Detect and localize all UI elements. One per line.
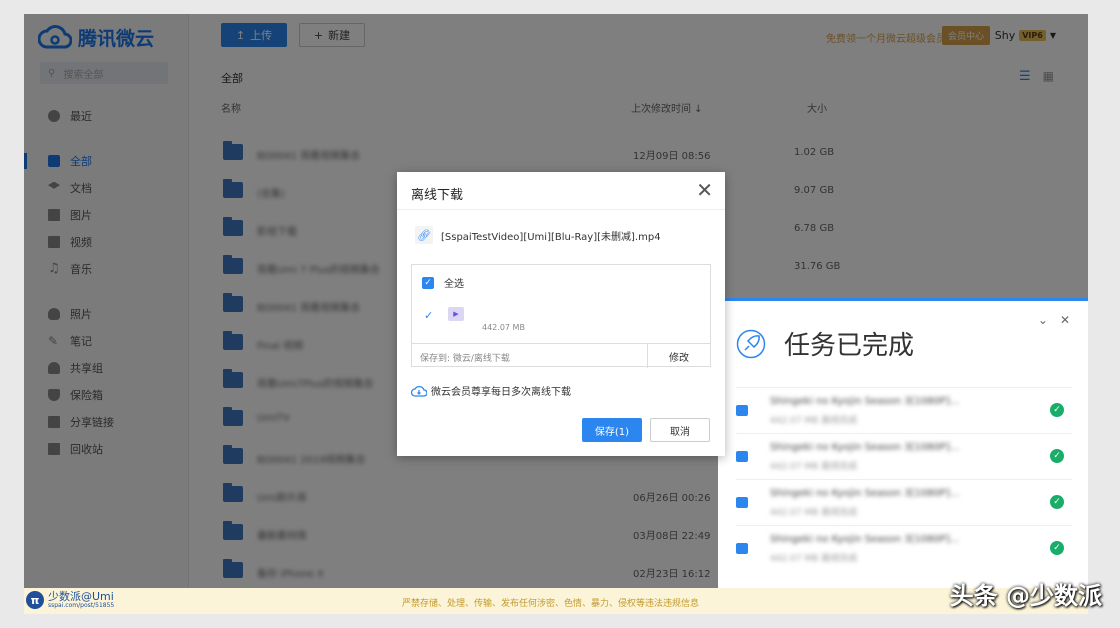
file-size: 442.07 MB: [482, 323, 525, 332]
check-circle-icon: ✓: [1050, 403, 1064, 417]
collapse-icon[interactable]: ⌄: [1038, 313, 1048, 327]
link-icon: 🔗︎: [415, 226, 433, 244]
sspai-brand: π 少数派@Umi sspai.com/post/51855: [26, 591, 114, 609]
check-icon: ✓: [424, 309, 434, 322]
vip-note[interactable]: 微云会员尊享每日多次离线下载: [411, 383, 571, 398]
edit-path-button[interactable]: 修改: [647, 344, 710, 368]
brand-sub: sspai.com/post/51855: [48, 602, 115, 609]
video-file-icon: ▶: [448, 307, 464, 321]
task-meta: 442.07 MB 离线完成: [770, 462, 858, 472]
app-window: 腾讯微云 ⚲ 搜索全部 最近 全部 文档 图片 视频 ♫音乐 照片 ✎笔记 共享…: [24, 14, 1088, 614]
task-name: Shingeki no Kyojin Season 3[1080P]...: [770, 534, 960, 545]
video-icon: [736, 543, 748, 554]
task-name: Shingeki no Kyojin Season 3[1080P]...: [770, 396, 960, 407]
task-panel-header: 任务已完成: [736, 325, 914, 362]
checkbox-icon: ✓: [422, 276, 434, 289]
offline-download-dialog: 离线下载 ✕ 🔗︎ [SspaiTestVideo][Umi][Blu-Ray]…: [397, 172, 725, 456]
dialog-title: 离线下载: [411, 188, 464, 203]
task-meta: 442.07 MB 离线完成: [770, 416, 858, 426]
video-icon: [736, 497, 748, 508]
file-item[interactable]: ✓ ▶ 442.07 MB: [422, 305, 702, 333]
task-meta: 442.07 MB 离线完成: [770, 554, 858, 564]
vip-note-text: 微云会员尊享每日多次离线下载: [431, 387, 571, 398]
task-panel-title: 任务已完成: [784, 331, 915, 361]
compliance-warning: 严禁存储、处理、传输、发布任何涉密、色情、暴力、侵权等违法违规信息: [402, 599, 700, 609]
task-panel-controls: ⌄ ✕: [1038, 313, 1070, 327]
video-icon: [736, 451, 748, 462]
task-item[interactable]: Shingeki no Kyojin Season 3[1080P]... 442…: [736, 479, 1072, 526]
close-icon[interactable]: ✕: [696, 178, 713, 202]
check-circle-icon: ✓: [1050, 495, 1064, 509]
cloud-download-icon: [411, 385, 427, 397]
file-selection-box: ✓ 全选 ✓ ▶ 442.07 MB 保存到: 微云/离线下载 修改: [411, 264, 711, 368]
download-link: 🔗︎ [SspaiTestVideo][Umi][Blu-Ray][未删减].m…: [415, 226, 661, 244]
brand-main: 少数派@Umi: [48, 590, 114, 603]
check-circle-icon: ✓: [1050, 449, 1064, 463]
notice-bar: π 少数派@Umi sspai.com/post/51855 严禁存储、处理、传…: [24, 588, 1088, 614]
watermark: 头条 @少数派: [949, 582, 1102, 610]
select-all-label: 全选: [444, 279, 464, 290]
task-panel: ⌄ ✕ 任务已完成 Shingeki no Kyojin Season 3[10…: [718, 298, 1088, 614]
save-path: 保存到: 微云/离线下载: [420, 354, 510, 364]
task-item[interactable]: Shingeki no Kyojin Season 3[1080P]... 442…: [736, 433, 1072, 480]
close-icon[interactable]: ✕: [1060, 313, 1070, 327]
video-icon: [736, 405, 748, 416]
task-item[interactable]: Shingeki no Kyojin Season 3[1080P]... 442…: [736, 387, 1072, 434]
check-circle-icon: ✓: [1050, 541, 1064, 555]
pi-logo-icon: π: [26, 591, 44, 609]
task-meta: 442.07 MB 离线完成: [770, 508, 858, 518]
cancel-button[interactable]: 取消: [650, 418, 710, 442]
link-filename: [SspaiTestVideo][Umi][Blu-Ray][未删减].mp4: [441, 231, 661, 243]
save-button[interactable]: 保存(1): [582, 418, 642, 442]
task-name: Shingeki no Kyojin Season 3[1080P]...: [770, 442, 960, 453]
select-all-checkbox[interactable]: ✓ 全选: [422, 275, 464, 290]
rocket-icon: [736, 329, 766, 358]
task-item[interactable]: Shingeki no Kyojin Season 3[1080P]... 442…: [736, 525, 1072, 572]
save-location: 保存到: 微云/离线下载 修改: [412, 343, 710, 368]
task-name: Shingeki no Kyojin Season 3[1080P]...: [770, 488, 960, 499]
